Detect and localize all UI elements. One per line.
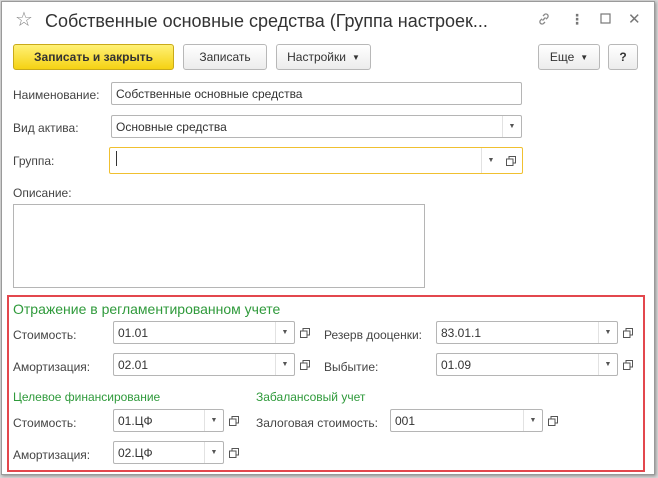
more-icon[interactable]: ⋮: [570, 12, 584, 26]
window-title: Собственные основные средства (Группа на…: [45, 11, 488, 31]
amortization-account-field[interactable]: 02.01 ▼: [113, 353, 295, 376]
disposal-label: Выбытие:: [324, 360, 379, 374]
more-button[interactable]: Еще ▼: [538, 44, 600, 70]
dropdown-arrow-icon[interactable]: ▼: [204, 442, 223, 463]
tf-cost-field[interactable]: 01.ЦФ ▼: [113, 409, 224, 432]
form-window: ☆ Собственные основные средства (Группа …: [1, 1, 655, 475]
dropdown-arrow-icon[interactable]: ▼: [523, 410, 542, 431]
chevron-down-icon: ▼: [351, 52, 360, 62]
revaluation-reserve-value: 83.01.1: [441, 326, 482, 340]
group-field[interactable]: ▼: [109, 147, 523, 174]
pledge-cost-field[interactable]: 001 ▼: [390, 409, 543, 432]
cost-label: Стоимость:: [13, 328, 77, 342]
star-icon[interactable]: ☆: [15, 10, 33, 30]
disposal-account-value: 01.09: [441, 358, 472, 372]
off-balance-title: Забалансовый учет: [256, 390, 366, 404]
dropdown-arrow-icon[interactable]: ▼: [275, 354, 294, 375]
dropdown-arrow-icon[interactable]: ▼: [481, 148, 500, 173]
amortization-account-value: 02.01: [118, 358, 149, 372]
dropdown-arrow-icon[interactable]: ▼: [275, 322, 294, 343]
command-bar: Записать и закрыть Записать Настройки ▼ …: [2, 44, 654, 74]
open-icon[interactable]: [618, 354, 638, 375]
open-icon[interactable]: [295, 354, 315, 375]
tf-amortization-field[interactable]: 02.ЦФ ▼: [113, 441, 224, 464]
pledge-cost-label: Залоговая стоимость:: [256, 416, 379, 430]
group-label: Группа:: [13, 154, 55, 168]
tf-amortization-label: Амортизация:: [13, 448, 91, 462]
amortization-label: Амортизация:: [13, 360, 91, 374]
dropdown-arrow-icon[interactable]: ▼: [204, 410, 223, 431]
maximize-icon[interactable]: [600, 12, 611, 26]
asset-type-label: Вид актива:: [13, 121, 79, 135]
settings-button[interactable]: Настройки ▼: [276, 44, 371, 70]
regulated-accounting-section: Отражение в регламентированном учете Сто…: [7, 295, 645, 472]
asset-type-value: Основные средства: [116, 120, 227, 134]
text-cursor: [116, 151, 117, 166]
pledge-cost-value: 001: [395, 414, 416, 428]
close-icon[interactable]: ✕: [628, 12, 641, 27]
name-value: Собственные основные средства: [116, 87, 303, 101]
title-bar: ☆ Собственные основные средства (Группа …: [2, 2, 654, 40]
name-label: Наименование:: [13, 88, 100, 102]
settings-button-label: Настройки: [287, 50, 346, 64]
tf-cost-value: 01.ЦФ: [118, 414, 153, 428]
link-icon[interactable]: [537, 12, 551, 28]
revaluation-reserve-label: Резерв дооценки:: [324, 328, 422, 342]
dropdown-arrow-icon[interactable]: ▼: [598, 354, 617, 375]
tf-amortization-value: 02.ЦФ: [118, 446, 153, 460]
section-title: Отражение в регламентированном учете: [13, 301, 281, 317]
help-button[interactable]: ?: [608, 44, 638, 70]
dropdown-arrow-icon[interactable]: ▼: [502, 116, 521, 137]
save-and-close-button[interactable]: Записать и закрыть: [13, 44, 174, 70]
open-icon[interactable]: [224, 442, 244, 463]
open-icon[interactable]: [224, 410, 244, 431]
revaluation-reserve-field[interactable]: 83.01.1 ▼: [436, 321, 618, 344]
open-icon[interactable]: [618, 322, 638, 343]
chevron-down-icon: ▼: [580, 52, 589, 62]
open-icon[interactable]: [543, 410, 563, 431]
more-button-label: Еще: [549, 50, 575, 64]
cost-account-field[interactable]: 01.01 ▼: [113, 321, 295, 344]
description-textarea[interactable]: [13, 204, 425, 288]
target-financing-title: Целевое финансирование: [13, 390, 161, 404]
tf-cost-label: Стоимость:: [13, 416, 77, 430]
save-button[interactable]: Записать: [183, 44, 267, 70]
name-field[interactable]: Собственные основные средства: [111, 82, 522, 105]
description-label: Описание:: [13, 186, 72, 200]
dropdown-arrow-icon[interactable]: ▼: [598, 322, 617, 343]
cost-account-value: 01.01: [118, 326, 149, 340]
disposal-account-field[interactable]: 01.09 ▼: [436, 353, 618, 376]
open-icon[interactable]: [501, 150, 521, 171]
open-icon[interactable]: [295, 322, 315, 343]
asset-type-field[interactable]: Основные средства ▼: [111, 115, 522, 138]
